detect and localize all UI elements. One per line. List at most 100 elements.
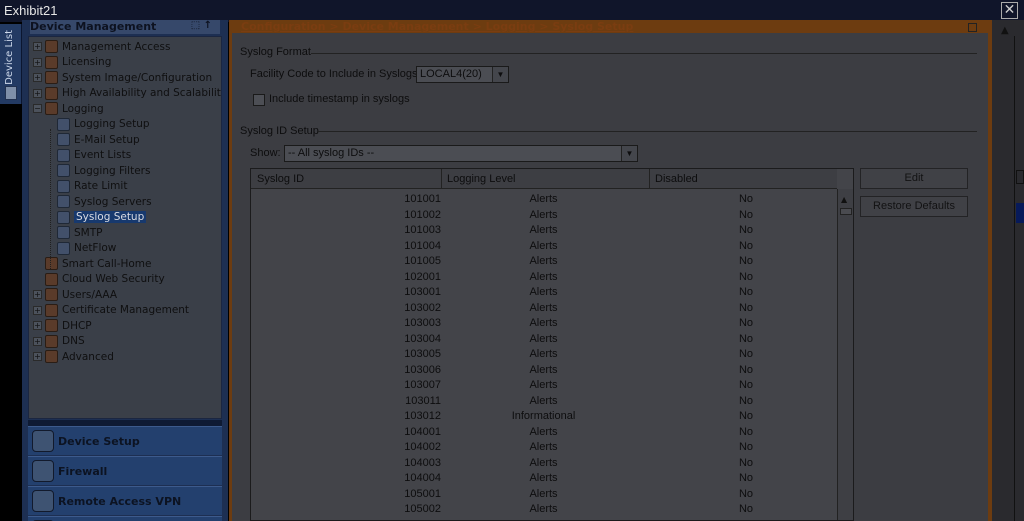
table-row[interactable]: 104001 Alerts No xyxy=(251,425,837,441)
show-filter-select[interactable]: -- All syslog IDs -- ▼ xyxy=(284,145,638,162)
column-separator[interactable] xyxy=(441,169,442,189)
expand-icon[interactable]: + xyxy=(33,321,42,330)
tree-item-syslog-servers[interactable]: Syslog Servers xyxy=(57,194,152,209)
tree-item-label: Advanced xyxy=(62,350,114,363)
device-list-tab-label: Device List xyxy=(4,30,15,85)
scroll-up-icon[interactable]: ▲ xyxy=(1001,25,1009,36)
tree-item-rate-limit[interactable]: Rate Limit xyxy=(57,179,127,194)
tree-item-logging-setup[interactable]: Logging Setup xyxy=(57,117,150,132)
table-row[interactable]: 101003 Alerts No xyxy=(251,223,837,239)
logging-level-cell: Alerts xyxy=(529,487,558,500)
table-scrollbar[interactable]: ▲ xyxy=(837,189,853,520)
table-row[interactable]: 103007 Alerts No xyxy=(251,378,837,394)
tree-item-dns[interactable]: + DNS xyxy=(33,334,85,349)
table-row[interactable]: 104004 Alerts No xyxy=(251,471,837,487)
section-divider xyxy=(311,53,977,54)
tree-item-users-aaa[interactable]: + Users/AAA xyxy=(33,287,117,302)
tree-item-label: SMTP xyxy=(74,226,103,239)
expand-icon[interactable]: + xyxy=(33,352,42,361)
nav-button-firewall[interactable]: Firewall xyxy=(28,456,222,485)
disabled-cell: No xyxy=(738,239,754,252)
expand-icon[interactable]: + xyxy=(33,73,42,82)
timestamp-checkbox[interactable] xyxy=(253,94,265,106)
table-row[interactable]: 105002 Alerts No xyxy=(251,502,837,518)
tree-item-event-lists[interactable]: Event Lists xyxy=(57,148,131,163)
licensing-icon xyxy=(45,55,58,69)
tree-item-certificate-management[interactable]: + Certificate Management xyxy=(33,303,189,318)
table-row[interactable]: 103004 Alerts No xyxy=(251,332,837,348)
expand-icon[interactable] xyxy=(33,259,42,268)
expand-icon[interactable]: + xyxy=(33,290,42,299)
table-row[interactable]: 101001 Alerts No xyxy=(251,192,837,208)
tree-item-high-availability-and-scalability[interactable]: + High Availability and Scalability xyxy=(33,86,221,101)
expand-icon[interactable]: + xyxy=(33,336,42,346)
tree-item-smtp[interactable]: SMTP xyxy=(57,225,102,240)
table-row[interactable]: 103001 Alerts No xyxy=(251,285,837,301)
table-row[interactable]: 103006 Alerts No xyxy=(251,363,837,379)
column-separator[interactable] xyxy=(649,169,650,189)
chevron-down-icon[interactable]: ▼ xyxy=(621,146,637,161)
tree-item-advanced[interactable]: + Advanced xyxy=(33,349,114,364)
expand-icon[interactable] xyxy=(33,275,42,284)
tree-item-netflow[interactable]: NetFlow xyxy=(57,241,116,256)
column-header-syslog-id[interactable]: Syslog ID xyxy=(257,173,304,185)
maximize-icon[interactable] xyxy=(968,23,977,32)
collapse-icon[interactable]: − xyxy=(33,104,42,113)
column-header-logging-level[interactable]: Logging Level xyxy=(447,173,516,185)
expand-icon[interactable]: + xyxy=(33,305,42,315)
tree-item-logging-filters[interactable]: Logging Filters xyxy=(57,163,150,178)
expand-icon[interactable]: + xyxy=(33,88,42,98)
table-row[interactable]: 101002 Alerts No xyxy=(251,208,837,224)
high-availability-icon xyxy=(45,86,58,100)
table-row[interactable]: 105001 Alerts No xyxy=(251,487,837,503)
table-row[interactable]: 102001 Alerts No xyxy=(251,270,837,286)
disabled-cell: No xyxy=(738,379,754,391)
tree-item-syslog-setup[interactable]: Syslog Setup xyxy=(57,210,147,225)
table-row[interactable]: 101005 Alerts No xyxy=(251,254,837,270)
frame-handle[interactable] xyxy=(1016,170,1024,184)
close-icon[interactable]: ✕ xyxy=(1001,2,1018,19)
disabled-cell: No xyxy=(738,394,754,407)
tree-item-e-mail-setup[interactable]: E-Mail Setup xyxy=(57,132,140,147)
expand-icon[interactable]: + xyxy=(33,42,42,51)
timestamp-label: Include timestamp in syslogs xyxy=(269,93,410,105)
tree-item-licensing[interactable]: + Licensing xyxy=(33,55,111,70)
logging-level-cell: Alerts xyxy=(529,379,558,391)
tree-item-system-image-configuration[interactable]: + System Image/Configuration xyxy=(33,70,212,85)
restore-defaults-button[interactable]: Restore Defaults xyxy=(860,196,968,217)
table-row[interactable]: 101004 Alerts No xyxy=(251,239,837,255)
column-header-disabled[interactable]: Disabled xyxy=(655,173,698,185)
nav-button-site-to-site-vpn[interactable]: Site-to-Site VPN xyxy=(28,516,222,521)
tree-item-cloud-web-security[interactable]: Cloud Web Security xyxy=(33,272,165,287)
logging-level-cell: Alerts xyxy=(529,224,558,236)
scroll-thumb[interactable] xyxy=(840,208,852,215)
event-lists-icon xyxy=(57,148,70,162)
table-row[interactable]: 103012 Informational No xyxy=(251,409,837,425)
table-row[interactable]: 103003 Alerts No xyxy=(251,316,837,332)
pin-icon[interactable]: ⬚ ↑ xyxy=(191,20,212,31)
tree-item-management-access[interactable]: + Management Access xyxy=(33,39,170,54)
table-row[interactable]: 103005 Alerts No xyxy=(251,347,837,363)
chevron-down-icon[interactable]: ▼ xyxy=(492,67,508,82)
logging-setup-icon xyxy=(57,117,70,131)
breadcrumb[interactable]: Configuration > Device Management > Logg… xyxy=(241,20,633,33)
tree-item-label: Syslog Setup xyxy=(74,211,147,223)
nav-button-remote-access-vpn[interactable]: Remote Access VPN xyxy=(28,486,222,515)
logging-level-cell: Alerts xyxy=(529,363,558,376)
nav-button-device-setup[interactable]: Device Setup xyxy=(28,426,222,455)
disabled-cell: No xyxy=(738,193,754,205)
tree-item-logging[interactable]: − Logging xyxy=(33,101,104,116)
facility-code-select[interactable]: LOCAL4(20) ▼ xyxy=(416,66,509,83)
table-row[interactable]: 103011 Alerts No xyxy=(251,394,837,410)
edit-button[interactable]: Edit xyxy=(860,168,968,189)
remote-access-vpn-icon xyxy=(32,490,54,512)
tree-item-dhcp[interactable]: + DHCP xyxy=(33,318,92,333)
expand-icon[interactable]: + xyxy=(33,57,42,67)
device-list-tab[interactable]: Device List xyxy=(0,24,22,104)
table-row[interactable]: 104002 Alerts No xyxy=(251,440,837,456)
scroll-up-icon[interactable]: ▲ xyxy=(841,195,847,204)
logging-level-cell: Alerts xyxy=(529,456,558,469)
table-row[interactable]: 104003 Alerts No xyxy=(251,456,837,472)
logging-level-cell: Alerts xyxy=(529,301,558,314)
table-row[interactable]: 103002 Alerts No xyxy=(251,301,837,317)
